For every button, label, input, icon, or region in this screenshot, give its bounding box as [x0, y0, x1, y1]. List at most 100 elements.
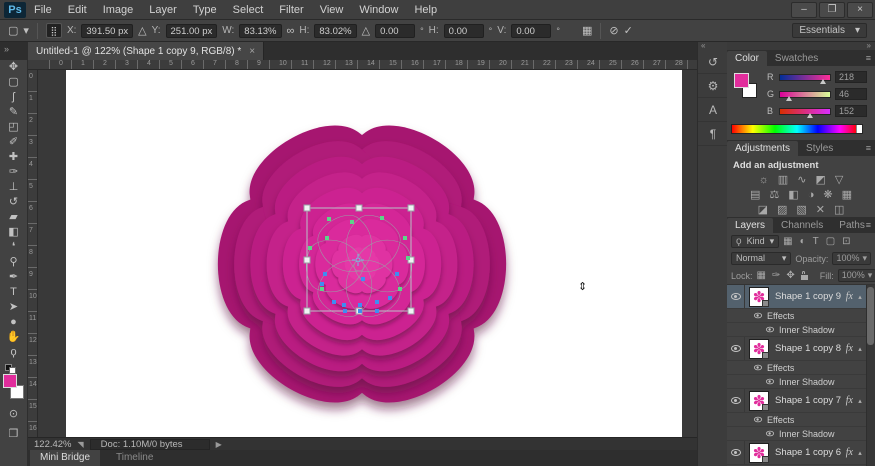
panel-menu-icon[interactable]: ≡	[866, 220, 871, 230]
white-chip[interactable]	[856, 125, 862, 133]
v-skew-input[interactable]: 0.00	[511, 24, 551, 38]
document-tab[interactable]: Untitled-1 @ 122% (Shape 1 copy 9, RGB/8…	[28, 42, 264, 60]
tab-close-icon[interactable]: ×	[249, 46, 255, 57]
width-input[interactable]: 83.13%	[239, 24, 281, 38]
tool-preset-dropdown-icon[interactable]: ▾	[23, 24, 29, 38]
green-slider[interactable]	[779, 91, 831, 98]
layer-filter-kind-dropdown[interactable]: ϙ Kind ▾	[731, 235, 779, 248]
menu-view[interactable]: View	[320, 4, 344, 16]
path-selection-tool[interactable]: ➤	[2, 300, 26, 315]
dodge-tool[interactable]: ⚲	[2, 255, 26, 270]
filter-shape-layers-icon[interactable]: ▢	[826, 236, 835, 247]
effects-row[interactable]: Effects	[727, 361, 875, 375]
opacity-dropdown[interactable]: 100% ▾	[832, 252, 871, 265]
hand-tool[interactable]: ✋	[2, 330, 26, 345]
blue-slider-thumb[interactable]	[807, 113, 813, 118]
tab-timeline[interactable]: Timeline	[106, 450, 163, 466]
visibility-toggle[interactable]	[727, 441, 745, 464]
default-colors-control[interactable]	[5, 364, 23, 372]
eye-icon[interactable]	[766, 327, 774, 333]
layer-name[interactable]: Shape 1 copy 8	[775, 343, 846, 354]
horizontal-ruler[interactable]: 0123456789101112131415161718192021222324…	[28, 60, 697, 70]
foreground-color-swatch[interactable]	[734, 73, 749, 88]
levels-icon[interactable]: ▥	[778, 173, 788, 188]
lock-position-icon[interactable]: ✥	[786, 270, 794, 281]
menu-select[interactable]: Select	[233, 4, 264, 16]
menu-filter[interactable]: Filter	[279, 4, 303, 16]
lock-transparent-pixels-icon[interactable]: ▦	[757, 270, 766, 281]
character-panel-button[interactable]: A	[698, 98, 728, 122]
eyedropper-tool[interactable]: ✐	[2, 135, 26, 150]
inner-shadow-row[interactable]: Inner Shadow	[727, 375, 875, 389]
layers-scrollbar[interactable]	[866, 285, 875, 466]
eye-icon[interactable]	[754, 365, 762, 371]
layer-thumbnail[interactable]: ✽	[749, 339, 769, 359]
fill-dropdown[interactable]: 100% ▾	[838, 269, 875, 282]
color-lookup-icon[interactable]: ▦	[842, 188, 852, 203]
foreground-color-swatch[interactable]	[3, 374, 17, 388]
relative-positioning-toggle[interactable]: △	[138, 24, 146, 38]
workspace-switcher[interactable]: Essentials ▾	[792, 23, 867, 38]
tab-channels[interactable]: Channels	[773, 218, 831, 233]
layer-thumbnail[interactable]: ✽	[749, 287, 769, 307]
color-spectrum-ramp[interactable]	[731, 124, 863, 134]
visibility-toggle[interactable]	[727, 389, 745, 412]
fx-badge[interactable]: fx	[846, 291, 853, 302]
properties-panel-button[interactable]: ⚙	[698, 74, 728, 98]
blue-slider[interactable]	[779, 108, 831, 115]
h-skew-input[interactable]: 0.00	[444, 24, 484, 38]
move-tool[interactable]: ✥	[2, 60, 26, 75]
commit-transform-button[interactable]: ✓	[624, 24, 633, 38]
eye-icon[interactable]	[754, 313, 762, 319]
paragraph-panel-button[interactable]: ¶	[698, 122, 728, 146]
clone-stamp-tool[interactable]: ⊥	[2, 180, 26, 195]
tool-preset-icon[interactable]: ▢	[8, 24, 18, 38]
canvas[interactable]: ⇕	[66, 70, 682, 437]
type-tool[interactable]: T	[2, 285, 26, 300]
layer-name[interactable]: Shape 1 copy 9	[775, 291, 846, 302]
collapse-effects-icon[interactable]: ▴	[855, 293, 865, 301]
fx-badge[interactable]: fx	[846, 343, 853, 354]
history-panel-button[interactable]: ↺	[698, 50, 728, 74]
tab-styles[interactable]: Styles	[798, 141, 841, 156]
layer-row[interactable]: ✽ Shape 1 copy 6 fx ▴	[727, 441, 875, 465]
layer-thumbnail[interactable]: ✽	[749, 391, 769, 411]
lasso-tool[interactable]: ʃ	[2, 90, 26, 105]
scrollbar-thumb[interactable]	[867, 287, 874, 345]
rectangular-marquee-tool[interactable]: ▢	[2, 75, 26, 90]
gradient-tool[interactable]: ◧	[2, 225, 26, 240]
filter-type-layers-icon[interactable]: T	[813, 236, 819, 247]
layer-row-selected[interactable]: ✽ Shape 1 copy 9 fx ▴	[727, 285, 875, 309]
crop-tool[interactable]: ◰	[2, 120, 26, 135]
pen-tool[interactable]: ✒	[2, 270, 26, 285]
toolbar-collapse-button[interactable]: »	[4, 44, 9, 54]
filter-smart-objects-icon[interactable]: ⊡	[842, 236, 850, 247]
dock-collapse-button[interactable]: »	[727, 42, 875, 50]
hue-saturation-icon[interactable]: ▤	[750, 188, 760, 203]
green-value-field[interactable]: 46	[835, 88, 867, 100]
effects-row[interactable]: Effects	[727, 413, 875, 427]
fx-badge[interactable]: fx	[846, 395, 853, 406]
status-options-arrow[interactable]: ▶	[216, 440, 222, 449]
brush-tool[interactable]: ✑	[2, 165, 26, 180]
menu-window[interactable]: Window	[359, 4, 398, 16]
x-input[interactable]: 391.50 px	[81, 24, 133, 38]
red-slider-thumb[interactable]	[820, 79, 826, 84]
menu-file[interactable]: File	[34, 4, 52, 16]
panel-menu-icon[interactable]: ≡	[866, 53, 871, 63]
y-input[interactable]: 251.00 px	[166, 24, 218, 38]
ellipse-tool[interactable]: ●	[2, 315, 26, 330]
menu-image[interactable]: Image	[103, 4, 134, 16]
green-slider-thumb[interactable]	[786, 96, 792, 101]
curves-icon[interactable]: ∿	[797, 173, 806, 188]
color-balance-icon[interactable]: ⚖	[769, 188, 779, 203]
eye-icon[interactable]	[766, 431, 774, 437]
maintain-aspect-ratio-icon[interactable]: ∞	[287, 24, 295, 38]
exposure-icon[interactable]: ◩	[815, 173, 825, 188]
gradient-map-icon[interactable]: ◫	[834, 203, 844, 218]
blur-tool[interactable]: ❛	[2, 240, 26, 255]
visibility-toggle[interactable]	[727, 285, 745, 308]
panel-menu-icon[interactable]: ≡	[866, 143, 871, 153]
screen-mode-button[interactable]: ❐	[2, 426, 26, 442]
layer-row[interactable]: ✽ Shape 1 copy 7 fx ▴	[727, 389, 875, 413]
